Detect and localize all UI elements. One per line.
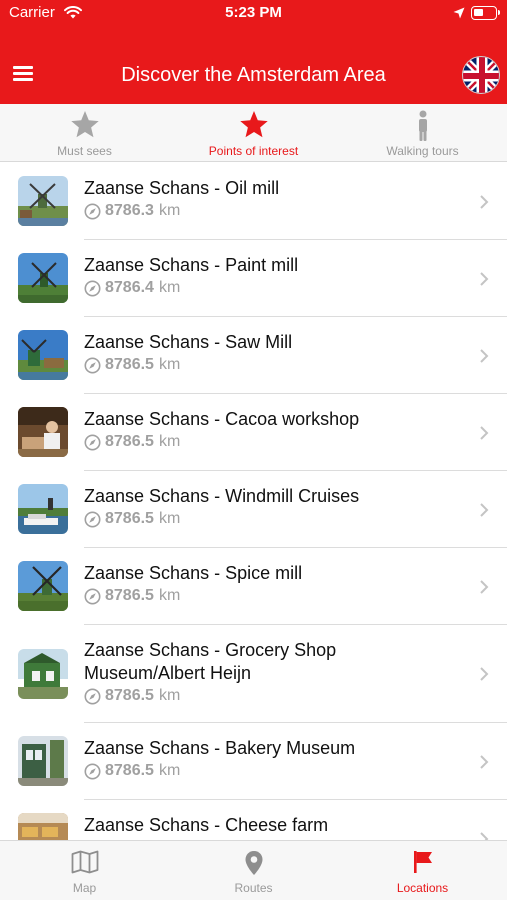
distance-value: 8786.5: [105, 356, 154, 373]
distance-unit: km: [158, 510, 181, 527]
location-name: Zaanse Schans - Cacoa workshop: [84, 409, 360, 429]
list-item[interactable]: Zaanse Schans - Grocery Shop Museum/Albe…: [0, 625, 507, 723]
location-pin-icon: [245, 851, 262, 875]
star-icon: [239, 111, 268, 138]
list-item[interactable]: Zaanse Schans - Paint mill 8786.4 km: [0, 240, 507, 317]
chevron-right-icon: [480, 754, 489, 769]
tab-label: Locations: [396, 881, 449, 895]
map-icon: [71, 850, 98, 874]
distance-value: 8786.5: [105, 433, 154, 450]
distance-value: 8786.5: [105, 587, 154, 604]
compass-icon: [84, 511, 101, 527]
location-name: Zaanse Schans - Cheese farm: [84, 815, 329, 835]
compass-icon: [84, 203, 101, 219]
distance-value: 8786.5: [105, 510, 154, 527]
status-time: 5:23 PM: [225, 4, 282, 21]
location-thumbnail: [18, 253, 68, 303]
chevron-right-icon: [480, 271, 489, 286]
tab-routes[interactable]: Routes: [169, 841, 338, 900]
segment-label: Points of interest: [208, 144, 299, 158]
chevron-right-icon: [480, 194, 489, 209]
chevron-right-icon: [480, 831, 489, 840]
segment-walking-tours[interactable]: Walking tours: [338, 104, 507, 161]
location-thumbnail: [18, 561, 68, 611]
tab-label: Routes: [234, 881, 273, 895]
chevron-right-icon: [480, 348, 489, 363]
distance-unit: km: [158, 433, 181, 450]
distance-value: 8786.4: [105, 279, 154, 296]
distance: 8786.5 km: [84, 687, 457, 705]
status-bar: Carrier 5:23 PM: [0, 0, 507, 26]
location-name: Zaanse Schans - Oil mill: [84, 178, 280, 198]
chevron-right-icon: [480, 667, 489, 681]
chevron-right-icon: [480, 579, 489, 594]
tab-label: Map: [72, 881, 97, 895]
list-item[interactable]: Zaanse Schans - Saw Mill 8786.5 km: [0, 317, 507, 394]
flag-icon: [413, 851, 432, 873]
distance: 8786.5 km: [84, 762, 457, 780]
location-name: Zaanse Schans - Saw Mill: [84, 332, 293, 352]
location-thumbnail: [18, 649, 68, 699]
list-item[interactable]: Zaanse Schans - Bakery Museum 8786.5 km: [0, 723, 507, 800]
compass-icon: [84, 688, 101, 704]
distance-unit: km: [158, 687, 181, 704]
distance-value: 8786.3: [105, 202, 154, 219]
location-name: Zaanse Schans - Windmill Cruises: [84, 486, 360, 506]
location-thumbnail: [18, 176, 68, 226]
person-icon: [418, 110, 427, 141]
tab-locations[interactable]: Locations: [338, 841, 507, 900]
category-segments: Must sees Points of interest Walking tou…: [0, 104, 507, 162]
list-item[interactable]: Zaanse Schans - Cacoa workshop 8786.5 km: [0, 394, 507, 471]
distance-unit: km: [158, 202, 181, 219]
distance-value: 8786.5: [105, 762, 154, 779]
distance: 8786.5 km: [84, 587, 457, 605]
location-thumbnail: [18, 736, 68, 786]
uk-flag-icon[interactable]: [462, 56, 500, 94]
app-header: Discover the Amsterdam Area: [0, 26, 507, 104]
chevron-right-icon: [480, 502, 489, 517]
location-thumbnail: [18, 330, 68, 380]
distance-unit: km: [158, 356, 181, 373]
distance: 8786.3 km: [84, 202, 457, 220]
hamburger-menu-icon[interactable]: [13, 66, 33, 81]
location-name: Zaanse Schans - Paint mill: [84, 255, 299, 275]
chevron-right-icon: [480, 425, 489, 440]
compass-icon: [84, 434, 101, 450]
compass-icon: [84, 280, 101, 296]
distance-unit: km: [158, 279, 181, 296]
segment-must-sees[interactable]: Must sees: [0, 104, 169, 161]
distance: 8786.5 km: [84, 356, 457, 374]
tab-map[interactable]: Map: [0, 841, 169, 900]
locations-list: Zaanse Schans - Oil mill 8786.3 km Zaans…: [0, 163, 507, 840]
location-thumbnail: [18, 813, 68, 840]
list-item[interactable]: Zaanse Schans - Windmill Cruises 8786.5 …: [0, 471, 507, 548]
list-item[interactable]: Zaanse Schans - Spice mill 8786.5 km: [0, 548, 507, 625]
location-name: Zaanse Schans - Grocery Shop Museum/Albe…: [84, 640, 337, 683]
list-item[interactable]: Zaanse Schans - Oil mill 8786.3 km: [0, 163, 507, 240]
bottom-tab-bar: Map Routes Locations: [0, 840, 507, 900]
distance-unit: km: [158, 762, 181, 779]
distance: 8786.4 km: [84, 279, 457, 297]
segment-label: Walking tours: [386, 144, 459, 158]
distance-value: 8786.5: [105, 687, 154, 704]
location-name: Zaanse Schans - Bakery Museum: [84, 738, 356, 758]
segment-label: Must sees: [57, 144, 112, 158]
segment-points-of-interest[interactable]: Points of interest: [169, 104, 338, 161]
location-thumbnail: [18, 407, 68, 457]
location-name: Zaanse Schans - Spice mill: [84, 563, 303, 583]
location-arrow-icon: [453, 7, 465, 19]
compass-icon: [84, 357, 101, 373]
distance-unit: km: [158, 587, 181, 604]
page-title: Discover the Amsterdam Area: [121, 64, 386, 86]
star-icon: [70, 111, 99, 138]
compass-icon: [84, 588, 101, 604]
battery-icon: [471, 6, 500, 20]
distance: 8786.5 km: [84, 433, 457, 451]
distance: 8786.5 km: [84, 510, 457, 528]
location-thumbnail: [18, 484, 68, 534]
list-item[interactable]: Zaanse Schans - Cheese farm: [0, 800, 507, 840]
compass-icon: [84, 763, 101, 779]
